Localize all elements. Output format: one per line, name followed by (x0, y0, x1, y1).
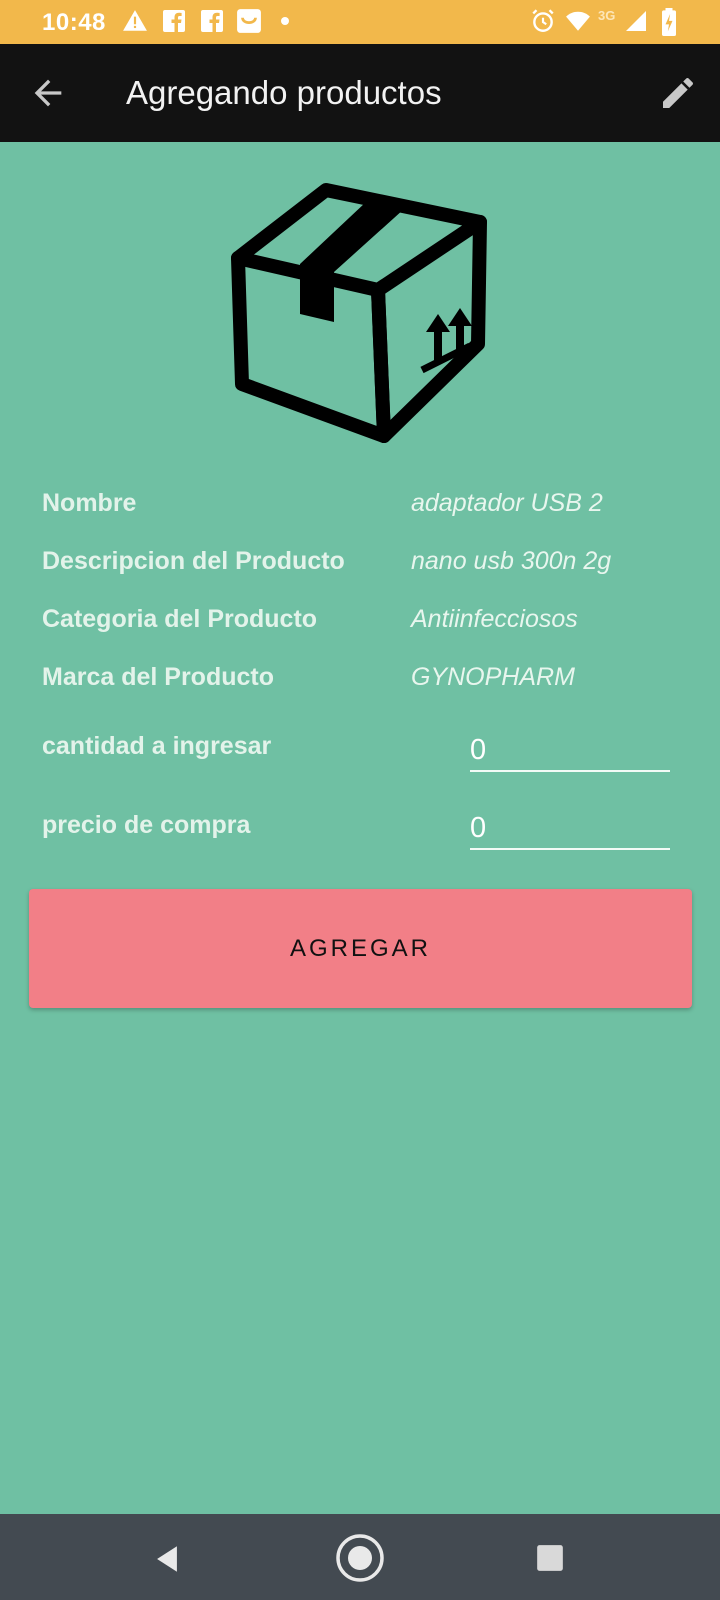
navigation-bar (0, 1514, 720, 1600)
warning-icon (123, 10, 147, 31)
wifi-icon (566, 11, 590, 31)
facebook-icon (201, 10, 223, 34)
brand-value: GYNOPHARM (411, 663, 575, 691)
price-label: precio de compra (42, 811, 251, 839)
price-input[interactable] (470, 808, 670, 850)
cardboard-box-icon (231, 183, 487, 443)
add-button[interactable]: AGREGAR (29, 889, 692, 1008)
quantity-label: cantidad a ingresar (42, 732, 272, 760)
signal-icon (626, 11, 646, 31)
alarm-icon (532, 9, 554, 32)
recents-square-icon[interactable] (536, 1544, 564, 1572)
description-value: nano usb 300n 2g (411, 547, 612, 575)
back-triangle-icon[interactable] (150, 1542, 184, 1576)
status-bar: 10:48 3G (0, 0, 720, 44)
quantity-input[interactable] (470, 730, 670, 772)
status-time: 10:48 (42, 9, 106, 36)
category-label: Categoria del Producto (42, 605, 318, 633)
description-label: Descripcion del Producto (42, 547, 345, 575)
pencil-icon[interactable] (658, 73, 698, 113)
home-circle-icon[interactable] (334, 1532, 386, 1584)
page-title: Agregando productos (126, 74, 442, 111)
category-value: Antiinfecciosos (411, 605, 578, 633)
app-bar: Agregando productos (0, 44, 720, 142)
arrow-left-icon[interactable] (28, 73, 68, 113)
brand-label: Marca del Producto (42, 663, 274, 691)
inbox-icon (237, 9, 261, 33)
facebook-icon (163, 10, 185, 34)
name-value: adaptador USB 2 (411, 489, 603, 517)
name-label: Nombre (42, 489, 137, 517)
battery-charging-icon (662, 8, 676, 36)
dot-icon (281, 17, 289, 25)
network-type: 3G (598, 8, 616, 23)
